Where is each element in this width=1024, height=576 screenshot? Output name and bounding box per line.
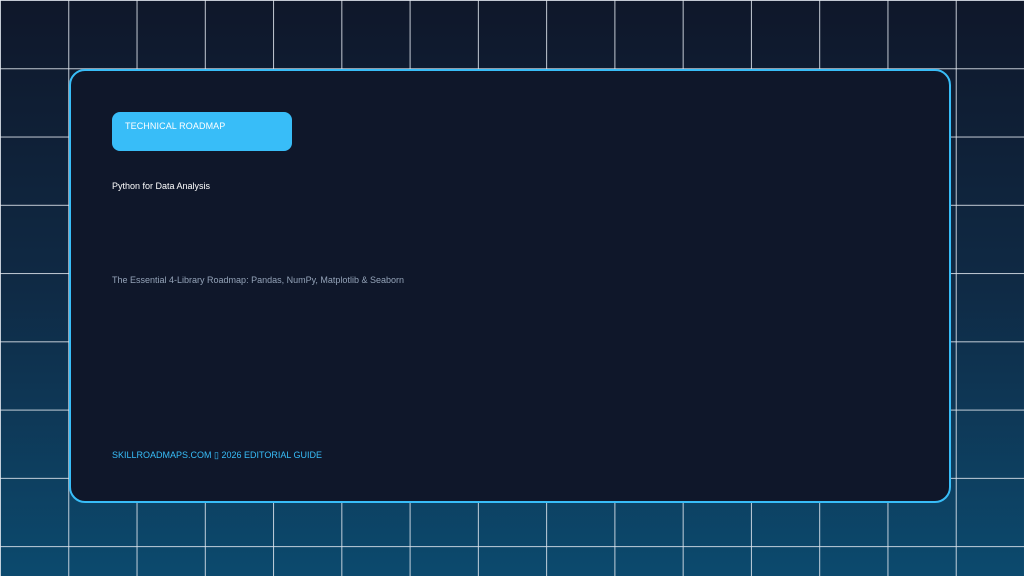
footer-credit: SKILLROADMAPS.COM ▯ 2026 EDITORIAL GUIDE (112, 450, 323, 460)
page-title: Python for Data Analysis (112, 181, 211, 191)
page-subtitle: The Essential 4-Library Roadmap: Pandas,… (112, 275, 404, 285)
category-badge: TECHNICAL ROADMAP (112, 112, 292, 151)
title-card: TECHNICAL ROADMAP Python for Data Analys… (69, 69, 951, 503)
